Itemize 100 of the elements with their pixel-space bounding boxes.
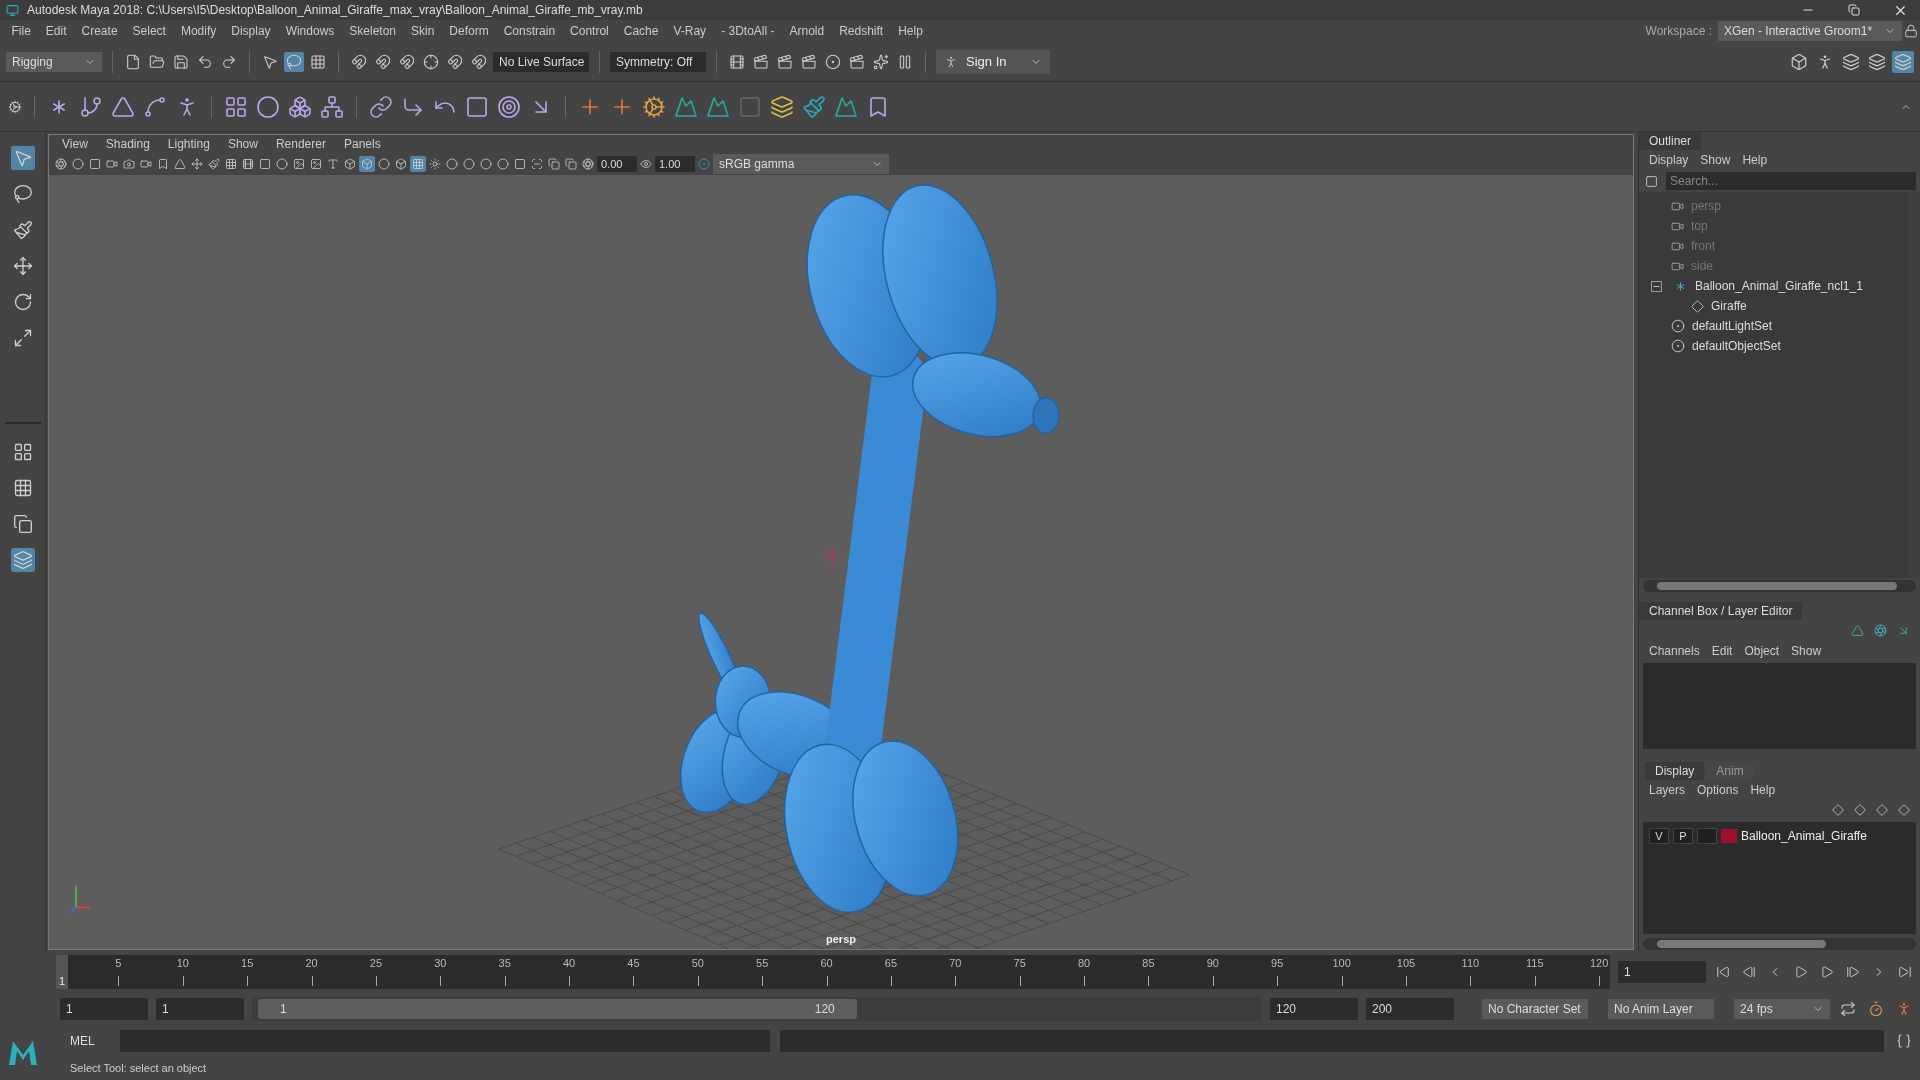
image-icon[interactable] (308, 156, 324, 172)
exposure-icon[interactable] (580, 156, 596, 172)
copy-icon[interactable] (563, 156, 579, 172)
panel-menu[interactable]: Layers (1643, 783, 1692, 797)
playback-toggle[interactable]: P (1673, 828, 1693, 844)
scroll-bar[interactable] (1643, 938, 1916, 950)
panel-menu[interactable]: Display (1643, 153, 1695, 167)
menu-item[interactable]: Control (562, 24, 617, 38)
set-icon[interactable] (1669, 317, 1687, 335)
triangle-icon[interactable] (172, 156, 188, 172)
outliner-item[interactable]: Balloon_Animal_Giraffe_ncl1_1 (1695, 279, 1863, 293)
search-field[interactable]: Search... (1666, 172, 1916, 190)
outliner-tab[interactable]: Outliner (1639, 132, 1702, 150)
end-frame-field[interactable]: 200 (1366, 998, 1454, 1020)
menu-item[interactable]: File (4, 24, 39, 38)
symmetry-dropdown[interactable]: Symmetry: Off (610, 51, 706, 72)
circle-icon[interactable] (70, 156, 86, 172)
wireframe-cube-icon[interactable] (342, 156, 358, 172)
outliner-layout-icon[interactable] (10, 548, 35, 572)
menu-item[interactable]: Modify (173, 24, 224, 38)
panel-menu[interactable]: Object (1738, 644, 1786, 658)
layer-action-icon[interactable] (1896, 802, 1912, 818)
brush-icon[interactable] (206, 156, 222, 172)
viewport-menu[interactable]: View (53, 137, 97, 151)
sphere-icon[interactable] (478, 156, 494, 172)
expand-toggle[interactable] (1651, 280, 1662, 292)
current-frame-field[interactable]: 1 (1618, 961, 1706, 983)
light-icon[interactable] (427, 156, 443, 172)
menu-item[interactable]: V-Ray (665, 24, 714, 38)
film-gate-icon[interactable] (240, 156, 256, 172)
menu-item[interactable]: Skeleton (341, 24, 404, 38)
panel-menu[interactable]: Help (1744, 783, 1782, 797)
color-management-icon[interactable] (696, 156, 712, 172)
select-tool-icon[interactable] (10, 146, 35, 170)
menu-item[interactable]: Arnold (781, 24, 832, 38)
panel-menu[interactable]: Channels (1643, 644, 1706, 658)
range-slider[interactable]: 1 120 (258, 999, 857, 1019)
layer-name[interactable]: Balloon_Animal_Giraffe (1741, 829, 1867, 843)
layer-tab[interactable]: Display (1645, 762, 1705, 780)
checker-icon[interactable] (410, 156, 426, 172)
loop-icon[interactable] (1838, 999, 1858, 1019)
viewport-menu[interactable]: Panels (334, 137, 390, 151)
viewport-menu[interactable]: Shading (96, 137, 159, 151)
cube-icon[interactable] (393, 156, 409, 172)
layers-icon[interactable] (1892, 50, 1914, 73)
viewport-menu[interactable]: Show (218, 137, 267, 151)
anim-layer-field[interactable]: No Anim Layer (1608, 999, 1714, 1019)
menu-item[interactable]: Constrain (496, 24, 563, 38)
panel-menu[interactable]: Show (1785, 644, 1828, 658)
visibility-toggle[interactable]: V (1649, 828, 1669, 844)
image-icon[interactable] (291, 156, 307, 172)
channel-box-tab[interactable]: Channel Box / Layer Editor (1639, 602, 1803, 620)
viewport-menu[interactable]: Lighting (158, 137, 219, 151)
live-surface-field[interactable]: No Live Surface (493, 51, 589, 72)
set-icon[interactable] (1669, 337, 1687, 355)
menu-item[interactable]: - 3DtoAll - (713, 24, 782, 38)
copy-icon[interactable] (546, 156, 562, 172)
menu-item[interactable]: Create (74, 24, 126, 38)
text-icon[interactable] (325, 156, 341, 172)
menu-item[interactable]: Windows (278, 24, 342, 38)
workspace-dropdown[interactable]: XGen - Interactive Groom1* (1718, 21, 1902, 41)
menu-set-dropdown[interactable]: Rigging (6, 51, 102, 72)
layer-color-swatch[interactable] (1721, 829, 1737, 843)
gamma-field[interactable]: 1.00 (655, 156, 695, 172)
menu-item[interactable]: Redshift (831, 24, 891, 38)
panel-menu[interactable]: Edit (1705, 644, 1739, 658)
square-icon[interactable] (512, 156, 528, 172)
viewport-menu[interactable]: Renderer (266, 137, 335, 151)
circle-icon[interactable] (274, 156, 290, 172)
layer-action-icon[interactable] (1874, 802, 1890, 818)
color-space-dropdown[interactable]: sRGB gamma (713, 154, 889, 174)
scroll-bar[interactable] (1643, 580, 1916, 592)
playback-start-field[interactable]: 1 (156, 998, 244, 1020)
display-type-toggle[interactable] (1697, 828, 1717, 844)
panel-menu[interactable]: Help (1736, 153, 1774, 167)
menu-item[interactable]: Deform (441, 24, 497, 38)
isolate-icon[interactable] (529, 156, 545, 172)
menu-item[interactable]: Skin (403, 24, 442, 38)
command-language-label[interactable]: MEL (70, 1034, 110, 1048)
move-icon[interactable] (189, 156, 205, 172)
panel-menu[interactable]: Options (1691, 783, 1745, 797)
fps-dropdown[interactable]: 24 fps (1734, 999, 1830, 1019)
menu-item[interactable]: Select (125, 24, 174, 38)
command-input-field[interactable] (120, 1030, 770, 1052)
menu-item[interactable]: Help (890, 24, 931, 38)
lock-icon[interactable] (1902, 22, 1920, 40)
menu-item[interactable]: Cache (616, 24, 666, 38)
layer-action-icon[interactable] (1830, 802, 1846, 818)
shaded-cube-icon[interactable] (359, 156, 375, 172)
sign-in-button[interactable]: Sign In (936, 49, 1050, 74)
playback-end-field[interactable]: 120 (1270, 998, 1358, 1020)
outliner-item[interactable]: defaultObjectSet (1692, 339, 1781, 353)
menu-item[interactable]: Edit (38, 24, 75, 38)
sphere-icon[interactable] (376, 156, 392, 172)
square-icon[interactable] (87, 156, 103, 172)
sphere-icon[interactable] (461, 156, 477, 172)
menu-item[interactable]: Display (223, 24, 279, 38)
current-frame-marker[interactable]: 1 (56, 955, 68, 989)
exposure-field[interactable]: 0.00 (597, 156, 637, 172)
mesh-icon[interactable] (1689, 297, 1706, 315)
